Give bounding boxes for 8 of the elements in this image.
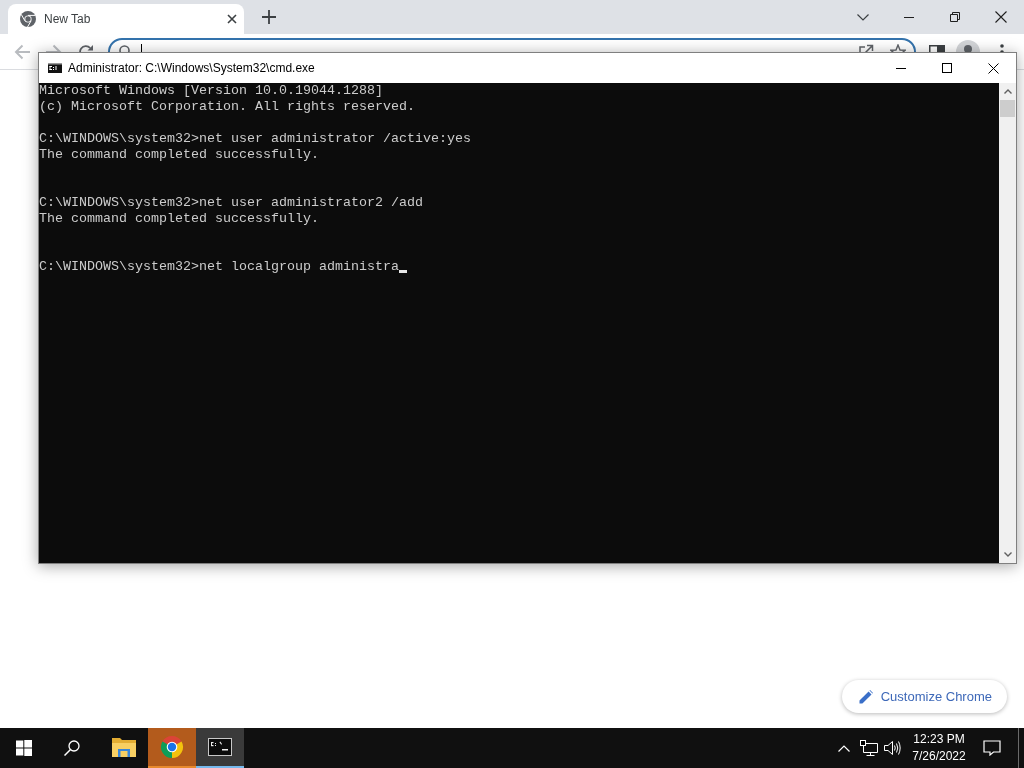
console-line: C:\WINDOWS\system32>net localgroup administra bbox=[39, 259, 399, 275]
console-line: The command completed successfully. bbox=[39, 211, 319, 227]
window-title: Administrator: C:\Windows\System32\cmd.exe bbox=[68, 61, 315, 75]
console-line: Microsoft Windows [Version 10.0.19044.1288] bbox=[39, 83, 383, 99]
console-line: C:\WINDOWS\system32>net user administrator /active:yes bbox=[39, 131, 471, 147]
console-line: The command completed successfully. bbox=[39, 147, 319, 163]
console-line: (c) Microsoft Corporation. All rights reserved. bbox=[39, 99, 415, 115]
console-line: C:\WINDOWS\system32>net user administrator2 /add bbox=[39, 195, 423, 211]
